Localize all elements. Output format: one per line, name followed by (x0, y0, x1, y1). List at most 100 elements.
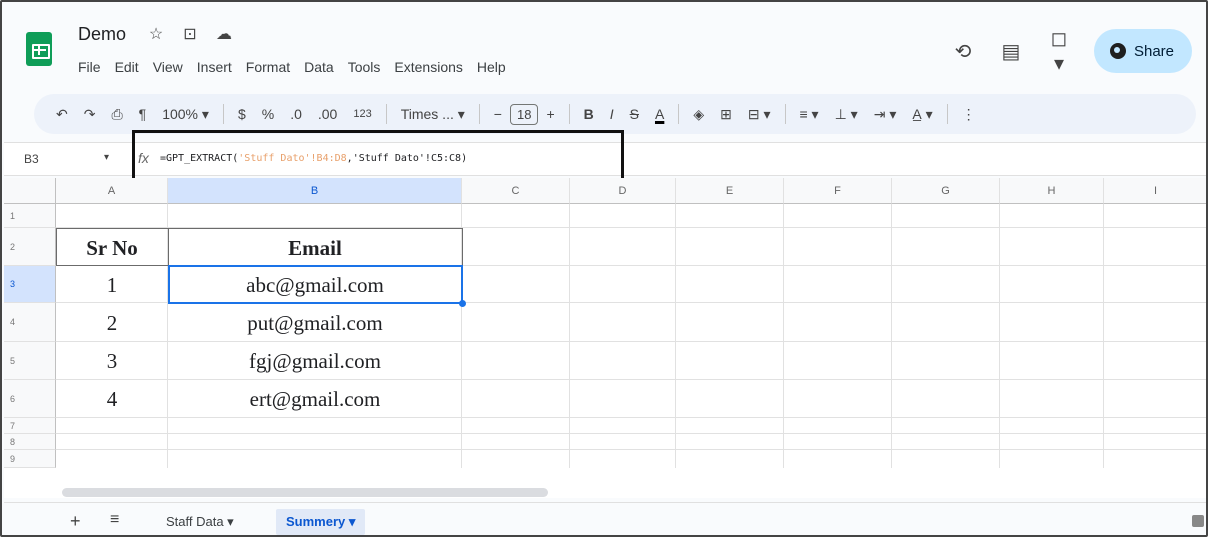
decrease-decimal-button[interactable]: .0 (282, 106, 310, 122)
fill-handle[interactable] (459, 300, 466, 307)
fill-color-icon[interactable]: ◈ (685, 106, 712, 123)
merge-cells-icon[interactable]: ⊟ ▾ (740, 106, 779, 123)
row-header-7[interactable]: 7 (4, 418, 56, 434)
email-cell[interactable]: ert@gmail.com (168, 387, 462, 412)
col-header-i[interactable]: I (1104, 178, 1206, 204)
select-all-corner[interactable] (4, 178, 56, 204)
menu-insert[interactable]: Insert (197, 59, 232, 75)
move-folder-icon[interactable]: ⊡ (180, 24, 200, 44)
row-1-line (56, 204, 1206, 228)
table-header-email: Email (288, 236, 342, 260)
italic-button[interactable]: I (602, 106, 622, 122)
menu-tools[interactable]: Tools (348, 59, 381, 75)
menu-edit[interactable]: Edit (115, 59, 139, 75)
toolbar: ↶ ↷ ⎙ ¶ 100% ▾ $ % .0 .00 123 Times ... … (34, 94, 1196, 134)
add-sheet-icon[interactable]: + (70, 511, 81, 532)
row-header-4[interactable]: 4 (4, 303, 56, 342)
star-icon[interactable]: ☆ (146, 24, 166, 44)
zoom-select[interactable]: 100% ▾ (154, 106, 217, 123)
menu-help[interactable]: Help (477, 59, 506, 75)
divider (784, 104, 786, 124)
print-icon[interactable]: ⎙ (103, 106, 130, 123)
row-header-6[interactable]: 6 (4, 380, 56, 418)
row-8-line (56, 434, 1206, 450)
increase-font-button[interactable]: + (538, 106, 562, 122)
name-box[interactable]: B3 (24, 152, 39, 166)
email-cell[interactable]: fgj@gmail.com (168, 349, 462, 374)
font-size-input[interactable]: 18 (509, 103, 539, 125)
row-header-2[interactable]: 2 (4, 228, 56, 266)
divider (946, 104, 948, 124)
sr-cell[interactable]: 4 (56, 387, 168, 412)
row-header-9[interactable]: 9 (4, 450, 56, 468)
divider (478, 104, 480, 124)
chevron-down-icon[interactable]: ▾ (104, 152, 109, 163)
explore-icon[interactable] (1192, 515, 1204, 527)
comments-icon[interactable]: ▤ (998, 39, 1024, 64)
paint-format-icon[interactable]: ¶ (131, 106, 155, 122)
undo-icon[interactable]: ↶ (48, 106, 76, 123)
font-value: Times ... (400, 105, 454, 122)
col-header-h[interactable]: H (1000, 178, 1104, 204)
share-button[interactable]: Share (1093, 29, 1192, 73)
col-header-c[interactable]: C (462, 178, 570, 204)
spreadsheet-window: Demo ☆ ⊡ ☁ File Edit View Insert Format … (0, 0, 1208, 537)
tab-staff-data[interactable]: Staff Data ▾ (156, 509, 244, 535)
number-format-button[interactable]: 123 (345, 108, 379, 120)
col-header-g[interactable]: G (892, 178, 1000, 204)
horizontal-scrollbar[interactable] (62, 488, 548, 497)
meet-icon[interactable]: ◻ ▾ (1046, 26, 1072, 76)
decrease-font-button[interactable]: − (486, 106, 510, 122)
text-wrap-icon[interactable]: ⇥ ▾ (866, 106, 905, 123)
increase-decimal-button[interactable]: .00 (310, 106, 345, 122)
strikethrough-button[interactable]: S (622, 106, 647, 122)
menu-format[interactable]: Format (246, 59, 290, 75)
divider (678, 104, 680, 124)
sheet-grid[interactable]: A B C D E F G H I 1 2 3 4 5 6 7 8 9 Sr N… (4, 178, 1206, 498)
text-rotation-icon[interactable]: A̲ ▾ (904, 106, 940, 123)
col-header-f[interactable]: F (784, 178, 892, 204)
align-vertical-icon[interactable]: ⊥ ▾ (827, 106, 866, 123)
row-header-1[interactable]: 1 (4, 204, 56, 228)
menu-data[interactable]: Data (304, 59, 334, 75)
divider (222, 104, 224, 124)
tab-summery[interactable]: Summery ▾ (276, 509, 366, 535)
all-sheets-icon[interactable]: ≡ (110, 511, 119, 529)
borders-icon[interactable]: ⊞ (712, 106, 740, 123)
sheets-logo-icon[interactable] (26, 32, 52, 66)
active-cell-selection[interactable] (168, 265, 463, 304)
bold-button[interactable]: B (576, 106, 602, 122)
divider (568, 104, 570, 124)
divider (385, 104, 387, 124)
menu-bar: File Edit View Insert Format Data Tools … (78, 59, 506, 75)
globe-icon (1109, 43, 1126, 59)
row-header-3[interactable]: 3 (4, 266, 56, 303)
zoom-value: 100% (162, 105, 199, 122)
more-options-icon[interactable]: ⋮ (954, 106, 984, 123)
col-header-b[interactable]: B (168, 178, 462, 204)
version-history-icon[interactable]: ⟲ (950, 39, 976, 64)
menu-file[interactable]: File (78, 59, 101, 75)
currency-button[interactable]: $ (230, 106, 254, 122)
share-label: Share (1133, 42, 1174, 60)
table-header-sr-no: Sr No (86, 236, 138, 260)
sr-cell[interactable]: 1 (56, 273, 168, 298)
sr-cell[interactable]: 2 (56, 311, 168, 336)
text-color-button[interactable]: A (647, 106, 672, 122)
font-select[interactable]: Times ... ▾ (393, 106, 473, 123)
document-title[interactable]: Demo (78, 24, 126, 45)
row-7-line (56, 418, 1206, 434)
email-cell[interactable]: put@gmail.com (168, 311, 462, 336)
percent-button[interactable]: % (254, 106, 282, 122)
row-header-8[interactable]: 8 (4, 434, 56, 450)
menu-extensions[interactable]: Extensions (394, 59, 462, 75)
align-horizontal-icon[interactable]: ≡ ▾ (792, 106, 827, 123)
menu-view[interactable]: View (153, 59, 183, 75)
col-header-e[interactable]: E (676, 178, 784, 204)
col-header-a[interactable]: A (56, 178, 168, 204)
sr-cell[interactable]: 3 (56, 349, 168, 374)
col-header-d[interactable]: D (570, 178, 676, 204)
redo-icon[interactable]: ↷ (76, 106, 104, 123)
row-header-5[interactable]: 5 (4, 342, 56, 380)
cloud-status-icon[interactable]: ☁ (214, 24, 234, 44)
